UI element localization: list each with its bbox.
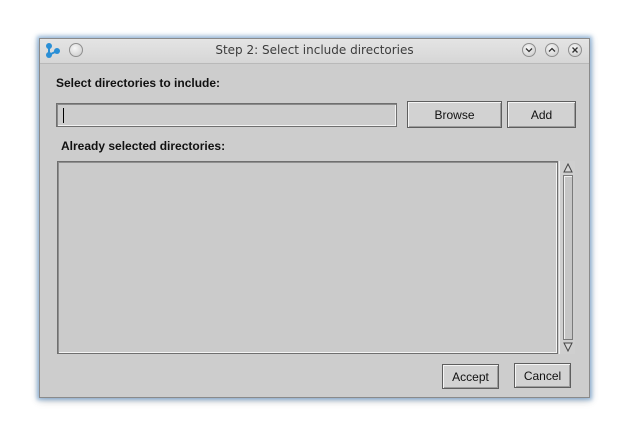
window-title: Step 2: Select include directories [215,43,414,57]
scroll-track[interactable] [563,175,573,340]
text-caret [63,108,64,123]
add-button[interactable]: Add [507,101,576,128]
maximize-button[interactable] [545,43,559,57]
minimize-button[interactable] [522,43,536,57]
close-icon [572,47,578,53]
vertical-scrollbar[interactable] [559,161,575,354]
title-bar[interactable]: Step 2: Select include directories [40,39,589,64]
directory-input[interactable] [56,103,397,127]
browse-button[interactable]: Browse [407,101,502,128]
already-selected-label: Already selected directories: [61,139,226,153]
scroll-down-arrow-icon[interactable] [563,342,573,352]
dialog-window: Step 2: Select include directories Selec… [39,38,590,398]
cancel-button[interactable]: Cancel [514,363,571,388]
accept-button[interactable]: Accept [442,364,499,389]
selected-directories-list[interactable] [57,161,558,354]
chevron-up-icon [548,47,556,52]
chevron-down-icon [525,48,533,53]
select-directories-label: Select directories to include: [56,76,221,90]
close-button[interactable] [568,43,582,57]
scroll-up-arrow-icon[interactable] [563,163,573,173]
